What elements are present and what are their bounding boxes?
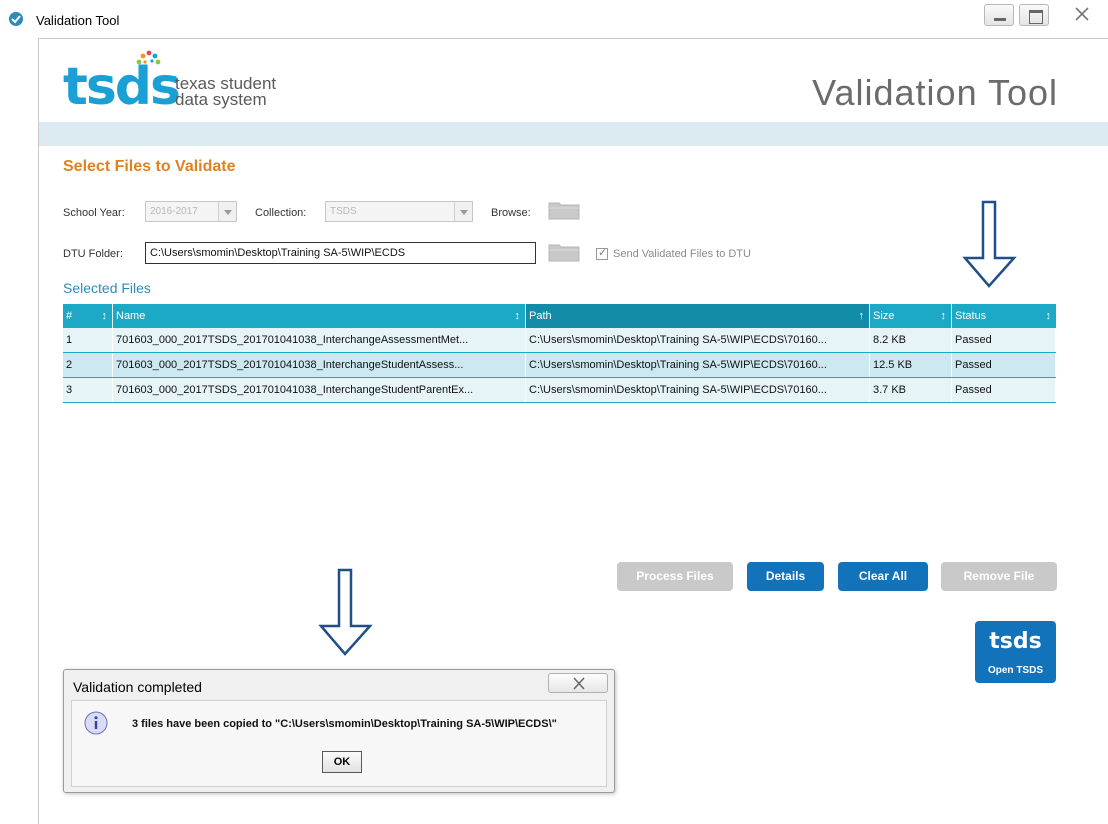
send-validated-checkbox[interactable] xyxy=(596,246,608,260)
tsds-logo: tsds texas student data system xyxy=(63,50,323,117)
validation-tool-window: Validation Tool tsds texas student data … xyxy=(0,0,1108,824)
validation-completed-dialog: Validation completed 3 files have been c… xyxy=(63,669,615,793)
dialog-close-button[interactable] xyxy=(548,673,608,693)
column-label: Name xyxy=(116,310,146,322)
ok-button[interactable]: OK xyxy=(322,751,362,773)
sort-ascending-icon: ↑ xyxy=(858,310,865,322)
process-files-button[interactable]: Process Files xyxy=(617,562,733,591)
open-tsds-label: Open TSDS xyxy=(987,665,1043,676)
selected-files-title: Selected Files xyxy=(63,280,151,296)
column-header-number[interactable]: # ↕ xyxy=(63,304,113,328)
collection-label: Collection: xyxy=(255,207,307,219)
info-icon xyxy=(84,711,108,735)
column-header-name[interactable]: Name ↕ xyxy=(113,304,526,328)
file-path: C:\Users\smomin\Desktop\Training SA-5\WI… xyxy=(526,353,870,377)
file-size: 3.7 KB xyxy=(870,378,952,402)
maximize-button[interactable] xyxy=(1019,4,1049,26)
open-tsds-logo-mark: tsds xyxy=(989,629,1042,654)
send-validated-label: Send Validated Files to DTU xyxy=(613,248,751,260)
app-check-icon xyxy=(9,12,23,26)
annotation-arrow-icon xyxy=(318,568,373,656)
column-header-path[interactable]: Path ↑ xyxy=(526,304,870,328)
file-size: 12.5 KB xyxy=(870,353,952,377)
clear-all-button[interactable]: Clear All xyxy=(838,562,928,591)
file-path: C:\Users\smomin\Desktop\Training SA-5\WI… xyxy=(526,378,870,402)
open-tsds-button[interactable]: tsds Open TSDS xyxy=(975,621,1056,683)
collection-value: TSDS xyxy=(330,206,357,217)
file-name: 701603_000_2017TSDS_201701041038_Interch… xyxy=(113,353,526,377)
school-year-select[interactable]: 2016-2017 xyxy=(145,201,237,222)
dtu-folder-icon[interactable] xyxy=(548,242,580,262)
title-bar: Validation Tool xyxy=(0,0,1108,38)
file-status: Passed xyxy=(952,378,1056,402)
logo-sub-line2: data system xyxy=(175,90,267,109)
file-size: 8.2 KB xyxy=(870,328,952,352)
window-title: Validation Tool xyxy=(36,13,120,28)
header-band xyxy=(39,122,1108,146)
dialog-body: 3 files have been copied to "C:\Users\sm… xyxy=(71,700,607,787)
sort-icon: ↕ xyxy=(101,310,108,322)
table-row[interactable]: 2 701603_000_2017TSDS_201701041038_Inter… xyxy=(63,353,1056,378)
frame-left-border xyxy=(38,38,39,824)
row-number: 2 xyxy=(63,353,113,377)
table-header: # ↕ Name ↕ Path ↑ Size ↕ Status ↕ xyxy=(63,304,1056,328)
collection-select[interactable]: TSDS xyxy=(325,201,473,222)
school-year-value: 2016-2017 xyxy=(150,206,198,217)
school-year-label: School Year: xyxy=(63,207,125,219)
table-row[interactable]: 3 701603_000_2017TSDS_201701041038_Inter… xyxy=(63,378,1056,403)
browse-folder-icon[interactable] xyxy=(548,200,580,220)
browse-label: Browse: xyxy=(491,207,531,219)
sort-icon: ↕ xyxy=(940,310,947,322)
file-status: Passed xyxy=(952,353,1056,377)
sort-icon: ↕ xyxy=(1045,310,1052,322)
table-row[interactable]: 1 701603_000_2017TSDS_201701041038_Inter… xyxy=(63,328,1056,353)
column-header-status[interactable]: Status ↕ xyxy=(952,304,1056,328)
logo-subtitle: texas student data system xyxy=(175,75,276,109)
remove-file-button[interactable]: Remove File xyxy=(941,562,1057,591)
select-files-title: Select Files to Validate xyxy=(63,158,236,175)
row-number: 3 xyxy=(63,378,113,402)
file-status: Passed xyxy=(952,328,1056,352)
sort-icon: ↕ xyxy=(514,310,521,322)
dialog-message: 3 files have been copied to "C:\Users\sm… xyxy=(132,718,557,730)
file-path: C:\Users\smomin\Desktop\Training SA-5\WI… xyxy=(526,328,870,352)
column-label: Size xyxy=(873,310,895,322)
details-button[interactable]: Details xyxy=(747,562,824,591)
logo-mark: tsds xyxy=(63,57,181,117)
dtu-folder-label: DTU Folder: xyxy=(63,248,123,260)
column-label: # xyxy=(66,310,73,322)
column-label: Status xyxy=(955,310,987,322)
frame-top-border xyxy=(38,38,1108,39)
close-icon xyxy=(1075,7,1089,21)
row-number: 1 xyxy=(63,328,113,352)
file-name: 701603_000_2017TSDS_201701041038_Interch… xyxy=(113,328,526,352)
app-heading: Validation Tool xyxy=(812,72,1058,113)
chevron-down-icon xyxy=(454,202,472,221)
dialog-title: Validation completed xyxy=(73,679,202,695)
file-name: 701603_000_2017TSDS_201701041038_Interch… xyxy=(113,378,526,402)
close-button[interactable] xyxy=(1062,4,1102,26)
close-icon xyxy=(573,677,585,690)
minimize-button[interactable] xyxy=(984,4,1014,26)
column-header-size[interactable]: Size ↕ xyxy=(870,304,952,328)
annotation-arrow-icon xyxy=(962,200,1017,288)
dtu-folder-value: C:\Users\smomin\Desktop\Training SA-5\WI… xyxy=(150,247,406,259)
dtu-folder-input[interactable]: C:\Users\smomin\Desktop\Training SA-5\WI… xyxy=(145,242,536,264)
column-label: Path xyxy=(529,310,552,322)
selected-files-table: # ↕ Name ↕ Path ↑ Size ↕ Status ↕ 1 7016… xyxy=(63,304,1056,403)
chevron-down-icon xyxy=(218,202,236,221)
